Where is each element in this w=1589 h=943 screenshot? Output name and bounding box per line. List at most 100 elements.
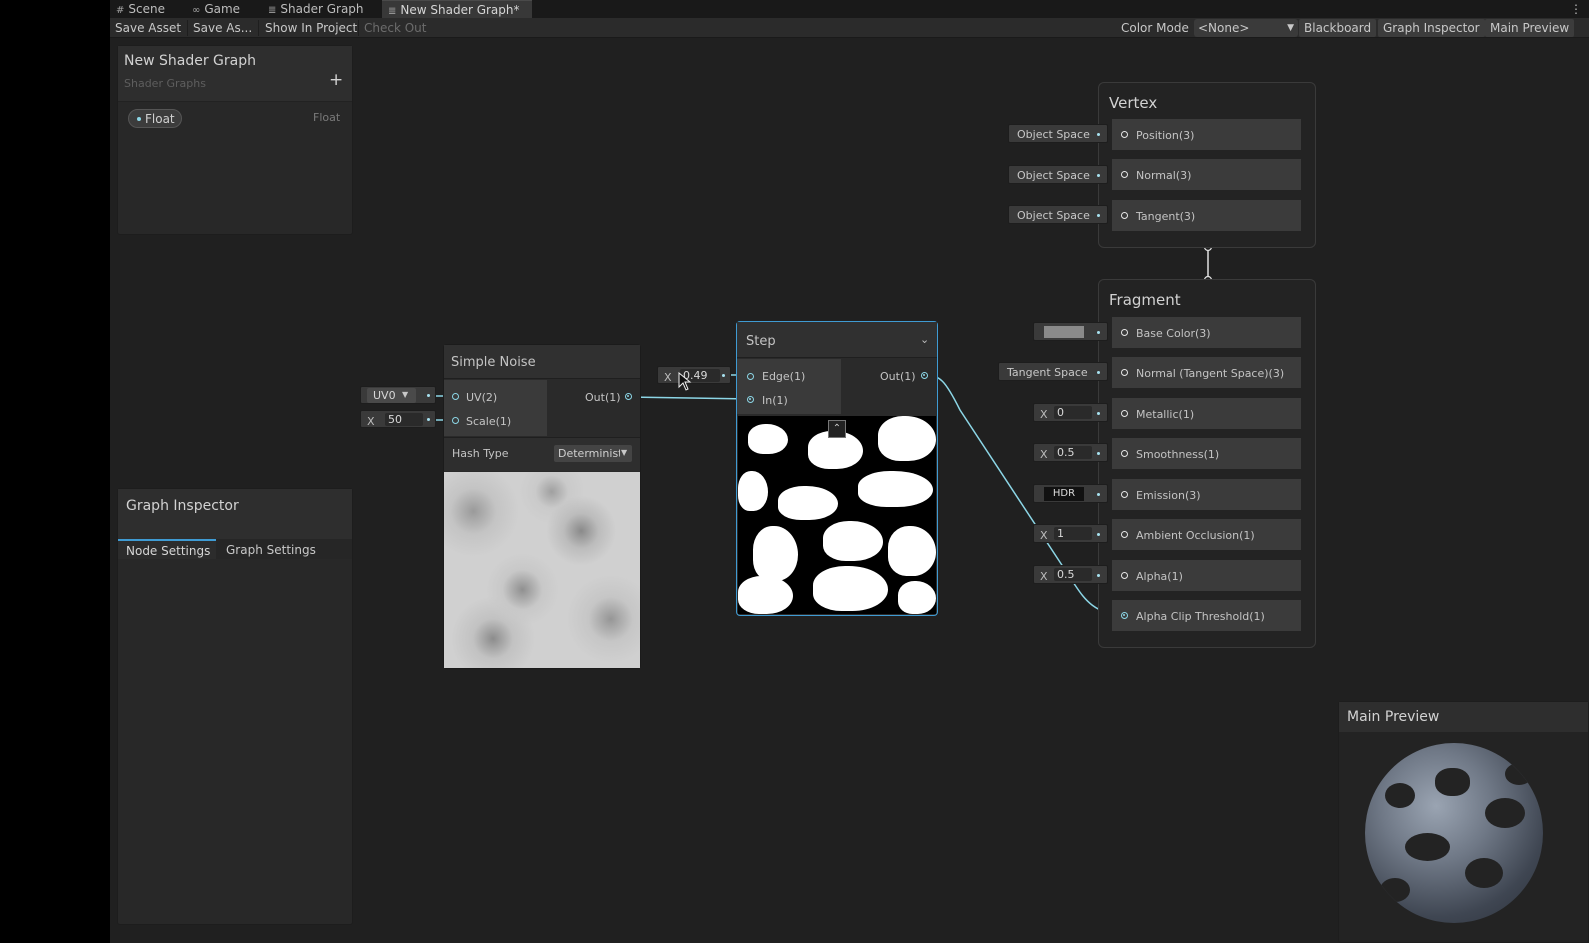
- emission-port[interactable]: [1121, 491, 1128, 498]
- space-value: Object Space: [1017, 209, 1090, 222]
- vertex-title: Vertex: [1109, 94, 1158, 112]
- normal-space-field[interactable]: Object Space: [1008, 165, 1108, 184]
- tangent-space-field[interactable]: Object Space: [1008, 205, 1108, 224]
- alpha-clip-block[interactable]: Alpha Clip Threshold(1): [1112, 600, 1301, 631]
- normal-tangent-block[interactable]: Normal (Tangent Space)(3): [1112, 357, 1301, 388]
- field-port-dot: [1097, 452, 1100, 455]
- metallic-field[interactable]: X 0: [1033, 403, 1108, 422]
- x-label: X: [1040, 529, 1048, 542]
- noise-out-label: Out(1): [585, 391, 621, 404]
- ambient-occlusion-value-input[interactable]: 1: [1054, 527, 1092, 540]
- sphere-hole: [1435, 768, 1470, 796]
- ambient-occlusion-label: Ambient Occlusion(1): [1136, 529, 1255, 542]
- wire-noise-to-step: [627, 396, 753, 400]
- uv-input-port[interactable]: [452, 393, 459, 400]
- fragment-title: Fragment: [1109, 291, 1181, 309]
- position-block[interactable]: Position(3): [1112, 119, 1301, 150]
- alpha-port[interactable]: [1121, 572, 1128, 579]
- metallic-port[interactable]: [1121, 410, 1128, 417]
- ambient-occlusion-field[interactable]: X 1: [1033, 524, 1108, 543]
- inputs-area: [737, 359, 841, 414]
- field-port-dot: [1097, 493, 1100, 496]
- collapse-chevron-icon[interactable]: ⌄: [920, 333, 929, 346]
- uv-channel-field[interactable]: UV0 ▼: [360, 386, 436, 404]
- alpha-clip-label: Alpha Clip Threshold(1): [1136, 610, 1265, 623]
- hash-type-label: Hash Type: [452, 447, 509, 460]
- field-port-dot: [1097, 412, 1100, 415]
- scale-field[interactable]: X 50: [360, 410, 436, 428]
- field-port-dot: [1097, 331, 1100, 334]
- step-title: Step: [746, 334, 776, 349]
- edge-field[interactable]: X 0.49: [657, 366, 731, 384]
- alpha-value-input[interactable]: 0.5: [1054, 568, 1092, 581]
- uv-input-label: UV(2): [466, 391, 498, 404]
- sphere-hole: [1505, 763, 1533, 785]
- in-input-label: In(1): [762, 394, 788, 407]
- preview-sphere[interactable]: [1365, 743, 1543, 923]
- scale-input-port[interactable]: [452, 417, 459, 424]
- metallic-block[interactable]: Metallic(1): [1112, 398, 1301, 429]
- step-preview-image: [738, 416, 936, 614]
- alpha-block[interactable]: Alpha(1): [1112, 560, 1301, 591]
- field-port-dot: [1097, 174, 1100, 177]
- field-port-dot: [427, 418, 430, 421]
- position-label: Position(3): [1136, 129, 1195, 142]
- space-value: Object Space: [1017, 169, 1090, 182]
- smoothness-value-input[interactable]: 0.5: [1054, 446, 1092, 459]
- alpha-label: Alpha(1): [1136, 570, 1183, 583]
- tangent-block[interactable]: Tangent(3): [1112, 200, 1301, 231]
- alpha-clip-port[interactable]: [1121, 612, 1128, 619]
- mouse-cursor-icon: [678, 372, 692, 391]
- x-label: X: [1040, 570, 1048, 583]
- ambient-occlusion-port[interactable]: [1121, 531, 1128, 538]
- scale-input-label: Scale(1): [466, 415, 512, 428]
- base-color-field[interactable]: [1033, 322, 1108, 341]
- preview-toggle-icon[interactable]: ⌃: [828, 420, 846, 438]
- position-space-field[interactable]: Object Space: [1008, 124, 1108, 143]
- dropdown-arrow-icon: ▼: [620, 448, 628, 457]
- emission-field[interactable]: HDR: [1033, 484, 1108, 503]
- base-color-port[interactable]: [1121, 329, 1128, 336]
- position-port[interactable]: [1121, 131, 1128, 138]
- tangent-label: Tangent(3): [1136, 210, 1196, 223]
- noise-output-port[interactable]: [625, 393, 632, 400]
- field-port-dot: [1097, 574, 1100, 577]
- field-port-dot: [1097, 533, 1100, 536]
- emission-label: Emission(3): [1136, 489, 1201, 502]
- edge-input-port[interactable]: [747, 373, 754, 380]
- normal-tangent-label: Normal (Tangent Space)(3): [1136, 367, 1285, 380]
- normal-block[interactable]: Normal(3): [1112, 159, 1301, 190]
- uv-channel-dropdown[interactable]: UV0: [367, 388, 416, 403]
- alpha-field[interactable]: X 0.5: [1033, 565, 1108, 584]
- simple-noise-node[interactable]: Simple Noise UV(2) Scale(1) Out(1) Hash …: [443, 344, 641, 669]
- scale-value-input[interactable]: 50: [385, 413, 423, 426]
- main-preview-panel: Main Preview: [1338, 701, 1589, 943]
- base-color-swatch[interactable]: [1044, 326, 1084, 338]
- dropdown-arrow-icon: ▼: [402, 390, 409, 399]
- ambient-occlusion-block[interactable]: Ambient Occlusion(1): [1112, 519, 1301, 550]
- normal-tangent-port[interactable]: [1121, 369, 1128, 376]
- normal-port[interactable]: [1121, 171, 1128, 178]
- hash-type-dropdown[interactable]: Deterministi ▼: [554, 445, 632, 462]
- field-port-dot: [722, 374, 725, 377]
- emission-hdr-swatch[interactable]: HDR: [1044, 487, 1084, 501]
- smoothness-field[interactable]: X 0.5: [1033, 443, 1108, 462]
- x-label: X: [1040, 448, 1048, 461]
- scale-x-label: X: [367, 415, 375, 428]
- metallic-value-input[interactable]: 0: [1054, 406, 1092, 419]
- field-port-dot: [427, 394, 430, 397]
- step-node[interactable]: Step ⌄ Edge(1) In(1) Out(1) ⌃: [736, 321, 938, 616]
- smoothness-block[interactable]: Smoothness(1): [1112, 438, 1301, 469]
- edge-x-label: X: [664, 371, 672, 384]
- smoothness-port[interactable]: [1121, 450, 1128, 457]
- field-port-dot: [1097, 214, 1100, 217]
- in-input-port[interactable]: [747, 396, 754, 403]
- normal-label: Normal(3): [1136, 169, 1192, 182]
- hash-type-value: Deterministi: [558, 447, 626, 460]
- tangent-port[interactable]: [1121, 212, 1128, 219]
- base-color-block[interactable]: Base Color(3): [1112, 317, 1301, 348]
- field-port-dot: [1097, 371, 1100, 374]
- normal-space-field[interactable]: Tangent Space: [998, 362, 1108, 381]
- step-output-port[interactable]: [921, 372, 928, 379]
- emission-block[interactable]: Emission(3): [1112, 479, 1301, 510]
